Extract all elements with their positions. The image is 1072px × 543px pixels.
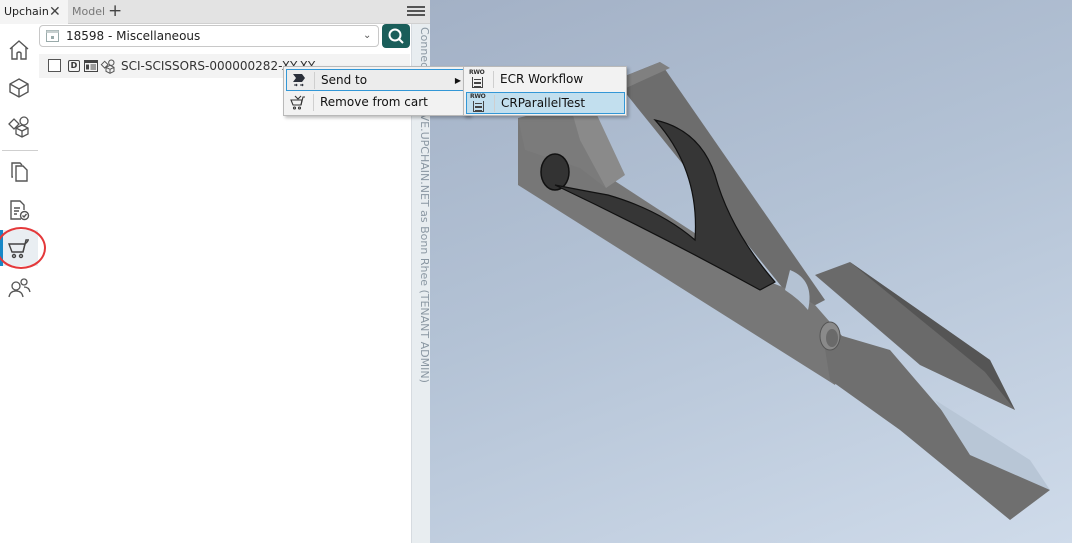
tab-upchain-label: Upchain (4, 5, 49, 18)
send-to-icon (293, 74, 305, 87)
document-icon (84, 60, 98, 72)
submenu-arrow-icon: ▶ (454, 76, 461, 85)
tab-upchain[interactable]: Upchain ✕ (0, 0, 68, 24)
cube-icon (9, 78, 29, 98)
sidebar-item-documents[interactable] (7, 160, 31, 184)
submenu-item-crparalleltest[interactable]: RWO CRParallelTest (466, 92, 625, 114)
assembly-icon (8, 116, 29, 138)
item-type-badge: D (68, 60, 80, 72)
assembly-icon (100, 59, 115, 74)
calendar-icon (46, 30, 59, 42)
workflow-icon: RWO (470, 94, 488, 113)
close-icon[interactable]: ✕ (49, 0, 61, 24)
menu-gutter (493, 71, 494, 88)
menu-item-send-to[interactable]: Send to ▶ (286, 69, 468, 91)
sidebar-item-users[interactable] (7, 276, 31, 300)
workflow-icon: RWO (469, 70, 487, 89)
sidebar-item-home[interactable] (7, 38, 31, 62)
tab-model[interactable]: Model (68, 0, 109, 24)
menu-item-label: Remove from cart (320, 95, 428, 109)
menu-gutter (313, 94, 314, 111)
sidebar-item-assembly[interactable] (7, 114, 31, 138)
chevron-down-icon: ⌄ (363, 30, 372, 41)
submenu-item-ecr-workflow[interactable]: RWO ECR Workflow (466, 69, 625, 91)
workflow-icon-badge: RWO (469, 69, 485, 76)
sidebar-divider (2, 150, 38, 151)
remove-cart-icon (290, 95, 305, 110)
document-check-icon (10, 200, 30, 221)
menu-gutter (494, 95, 495, 112)
tab-bar: Upchain ✕ Model + (0, 0, 430, 24)
menu-item-remove-from-cart[interactable]: Remove from cart (286, 92, 468, 114)
submenu-item-label: ECR Workflow (500, 72, 584, 86)
home-icon (9, 40, 29, 60)
annotation-circle (0, 227, 46, 269)
sidebar-item-part[interactable] (7, 76, 31, 100)
tab-model-label: Model (72, 5, 106, 18)
project-selector-value: 18598 - Miscellaneous (66, 29, 201, 43)
context-menu: Send to ▶ Remove from cart (283, 66, 470, 116)
menu-item-label: Send to (321, 73, 368, 87)
documents-icon (11, 162, 28, 182)
item-checkbox[interactable] (48, 59, 61, 72)
search-button[interactable] (382, 24, 410, 48)
submenu: RWO ECR Workflow RWO CRParallelTest (463, 66, 627, 116)
users-icon (8, 278, 31, 298)
workflow-icon-badge: RWO (470, 93, 486, 100)
sidebar-item-approvals[interactable] (7, 198, 31, 222)
project-selector[interactable]: 18598 - Miscellaneous ⌄ (39, 25, 379, 47)
plus-icon[interactable]: + (108, 0, 122, 24)
search-icon (388, 28, 404, 44)
hamburger-menu-icon[interactable] (407, 4, 425, 20)
menu-gutter (314, 72, 315, 89)
sidebar (0, 24, 46, 543)
submenu-item-label: CRParallelTest (501, 96, 586, 110)
